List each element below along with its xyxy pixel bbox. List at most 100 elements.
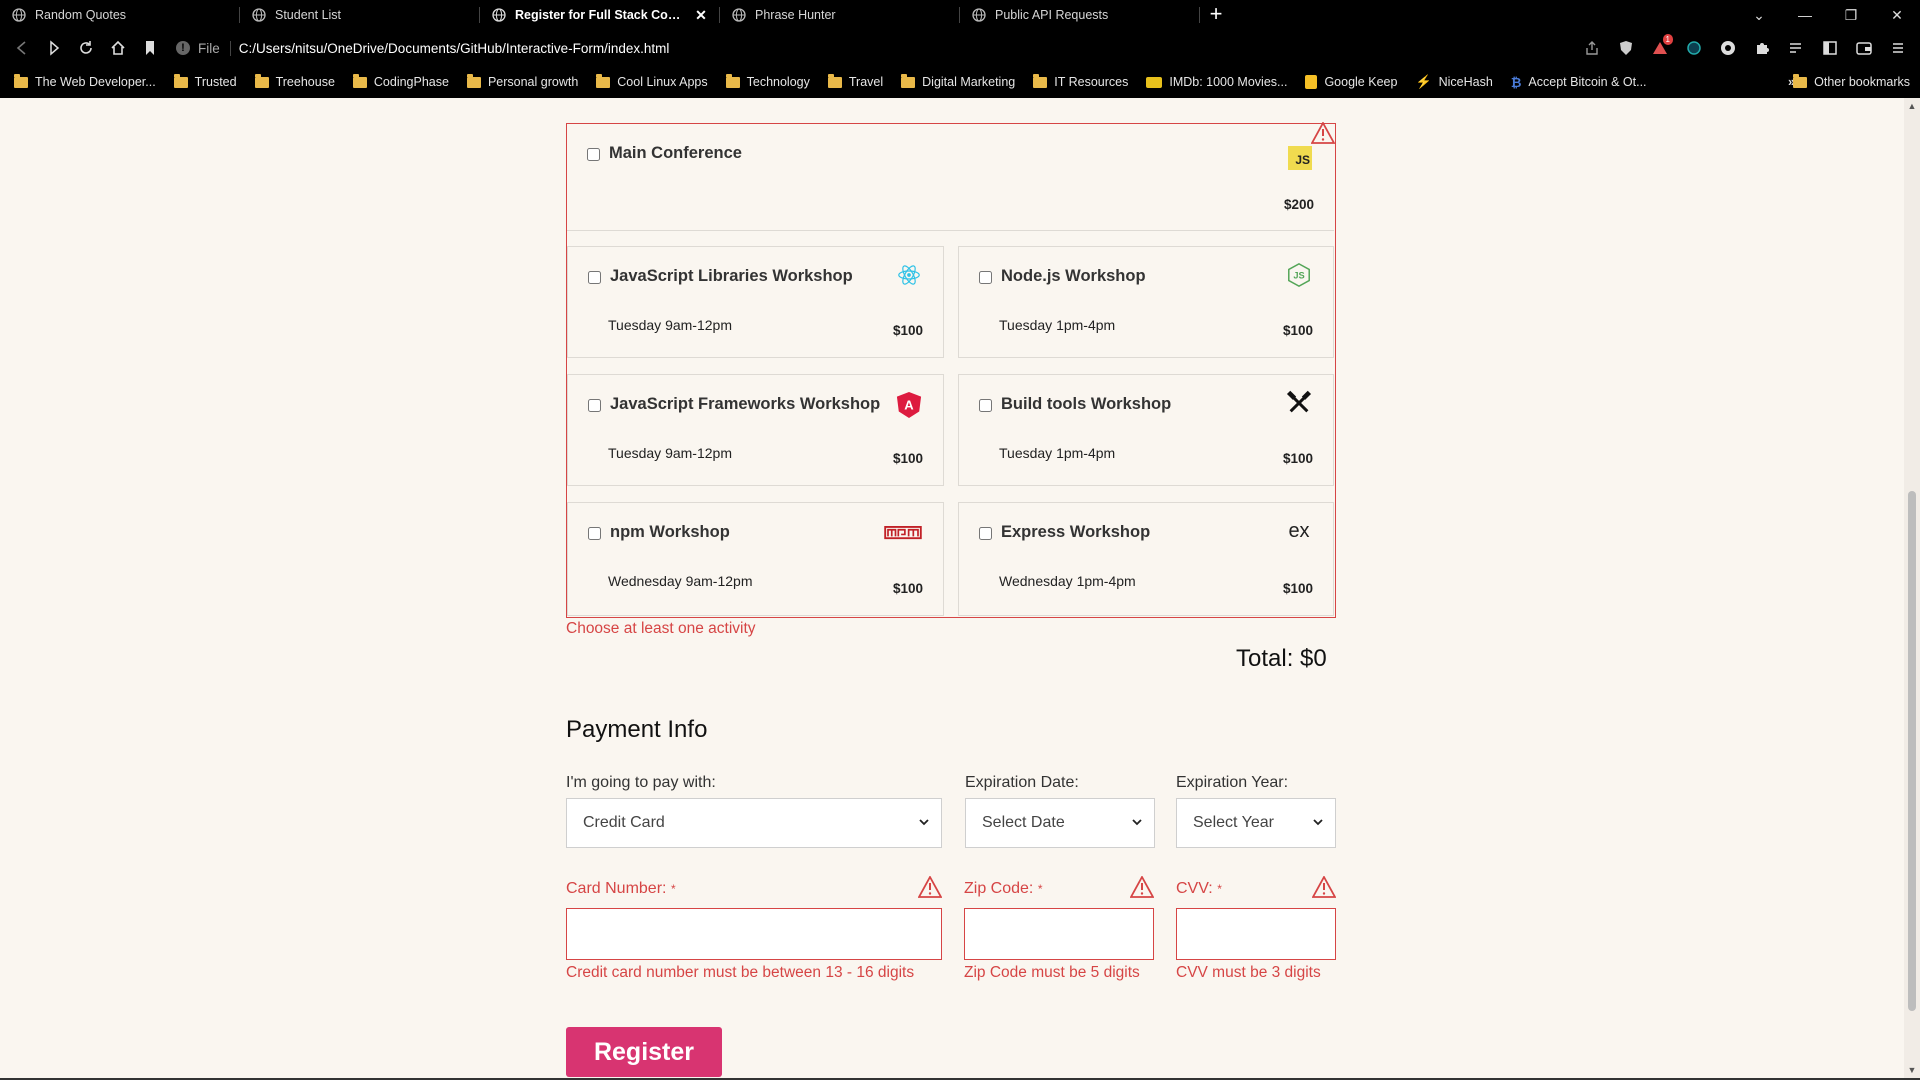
nodejs-checkbox[interactable] (979, 271, 992, 284)
bookmark-imdb[interactable]: IMDb: 1000 Movies... (1146, 75, 1287, 89)
tab-student-list[interactable]: Student List (240, 0, 480, 30)
bookmark-personal-growth[interactable]: Personal growth (466, 73, 579, 89)
activity-main-conference[interactable]: Main Conference JS $200 (567, 124, 1334, 231)
bookmark-web-developer[interactable]: The Web Developer... (14, 73, 156, 89)
folder-icon (827, 73, 842, 88)
chevron-down-icon[interactable]: ⌄ (1736, 0, 1782, 30)
new-tab-button[interactable]: + (1200, 0, 1232, 30)
extension-button[interactable] (1678, 32, 1710, 64)
scroll-thumb[interactable] (1908, 491, 1916, 1011)
brave-shield-button[interactable] (1610, 32, 1642, 64)
wallet-button[interactable] (1848, 32, 1880, 64)
bookmark-cool-linux-apps[interactable]: Cool Linux Apps (596, 73, 708, 89)
nodejs-icon: JS (1285, 261, 1313, 289)
label-text: Zip Code: (964, 880, 1034, 897)
toolbar-right-icons: 1 (1576, 32, 1914, 64)
activity-npm[interactable]: npm Workshop Wednesday 9am-12pm $100 (567, 502, 944, 616)
zip-code-input[interactable] (964, 908, 1154, 960)
url-text[interactable]: C:/Users/nitsu/OneDrive/Documents/GitHub… (239, 41, 670, 56)
activity-time: Wednesday 1pm-4pm (999, 573, 1136, 589)
activity-time: Wednesday 9am-12pm (608, 573, 753, 589)
info-icon[interactable]: ! (176, 41, 190, 55)
close-icon[interactable]: ✕ (694, 7, 708, 24)
address-bar[interactable]: ! File C:/Users/nitsu/OneDrive/Documents… (176, 34, 1556, 62)
page-scrollbar[interactable]: ▲ ▼ (1904, 98, 1920, 1078)
reload-button[interactable] (70, 32, 102, 64)
bookmark-digital-marketing[interactable]: Digital Marketing (901, 73, 1015, 89)
activity-js-frameworks[interactable]: JavaScript Frameworks Workshop A Tuesday… (567, 374, 944, 486)
bookmark-it-resources[interactable]: IT Resources (1033, 73, 1128, 89)
folder-icon (1033, 73, 1048, 88)
arrow-left-icon (16, 41, 26, 55)
share-button[interactable] (1576, 32, 1608, 64)
cvv-input[interactable] (1176, 908, 1336, 960)
js-frameworks-checkbox[interactable] (588, 399, 601, 412)
sidebar-button[interactable] (1814, 32, 1846, 64)
extensions-menu-button[interactable] (1746, 32, 1778, 64)
exp-year-select[interactable]: Select Year (1176, 798, 1336, 848)
payment-section-title: Payment Info (566, 716, 708, 743)
tab-title: Phrase Hunter (755, 8, 836, 22)
bookmark-trusted[interactable]: Trusted (173, 73, 237, 89)
rewards-button[interactable]: 1 (1644, 32, 1676, 64)
bookmark-button[interactable] (134, 32, 166, 64)
selected-value: Select Date (982, 814, 1065, 831)
build-tools-checkbox[interactable] (979, 399, 992, 412)
home-icon (111, 40, 125, 55)
scroll-down-icon[interactable]: ▼ (1904, 1062, 1920, 1078)
js-libraries-checkbox[interactable] (588, 271, 601, 284)
register-button[interactable]: Register (566, 1027, 722, 1077)
chevron-down-icon (919, 819, 929, 826)
scroll-up-icon[interactable]: ▲ (1904, 98, 1920, 114)
extension-button-2[interactable] (1712, 32, 1744, 64)
activity-js-libraries[interactable]: JavaScript Libraries Workshop Tuesday 9a… (567, 246, 944, 358)
exp-date-select[interactable]: Select Date (965, 798, 1155, 848)
bookmark-other[interactable]: Other bookmarks (1793, 73, 1910, 89)
activity-price: $100 (1282, 451, 1313, 466)
restore-icon[interactable]: ❐ (1828, 0, 1874, 30)
folder-icon (901, 73, 916, 88)
tab-title: Random Quotes (35, 8, 127, 22)
bookmark-accept-bitcoin[interactable]: ₿ Accept Bitcoin & Ot... (1511, 75, 1647, 90)
bookmark-google-keep[interactable]: Google Keep (1305, 75, 1397, 89)
activity-express[interactable]: Express Workshop ex Wednesday 1pm-4pm $1… (958, 502, 1334, 616)
forward-button[interactable] (38, 32, 70, 64)
card-number-input[interactable] (566, 908, 942, 960)
bookmark-label: The Web Developer... (35, 75, 156, 89)
tab-public-api-requests[interactable]: Public API Requests (960, 0, 1200, 30)
express-checkbox[interactable] (979, 527, 992, 540)
keep-icon (1305, 75, 1318, 89)
bookmark-treehouse[interactable]: Treehouse (254, 73, 335, 89)
bookmark-label: Personal growth (487, 75, 579, 89)
warning-icon (1130, 876, 1154, 898)
main-conference-checkbox[interactable] (587, 148, 600, 161)
playlist-button[interactable] (1780, 32, 1812, 64)
tab-random-quotes[interactable]: Random Quotes (0, 0, 240, 30)
globe-icon (972, 8, 986, 22)
activity-price: $100 (1282, 581, 1313, 596)
react-icon (895, 261, 923, 289)
back-button[interactable] (6, 32, 38, 64)
bookmark-icon (146, 41, 154, 55)
payment-method-select[interactable]: Credit Card (566, 798, 942, 848)
close-window-icon[interactable]: ✕ (1874, 0, 1920, 30)
tab-phrase-hunter[interactable]: Phrase Hunter (720, 0, 960, 30)
npm-checkbox[interactable] (588, 527, 601, 540)
bookmark-codingphase[interactable]: CodingPhase (352, 73, 449, 89)
minimize-icon[interactable]: — (1782, 0, 1828, 30)
bookmark-technology[interactable]: Technology (725, 73, 810, 89)
globe-icon (252, 8, 266, 22)
bookmark-label: Technology (746, 75, 810, 89)
activity-build-tools[interactable]: Build tools Workshop Tuesday 1pm-4pm $10… (958, 374, 1334, 486)
home-button[interactable] (102, 32, 134, 64)
bookmark-travel[interactable]: Travel (827, 73, 884, 89)
bookmark-label: NiceHash (1438, 75, 1493, 89)
folder-icon (14, 73, 28, 88)
bookmark-nicehash[interactable]: ⚡ NiceHash (1415, 74, 1492, 90)
folder-icon (1793, 73, 1808, 88)
menu-button[interactable] (1882, 32, 1914, 64)
folder-icon (352, 73, 367, 88)
bookmark-label: Travel (848, 75, 884, 89)
tab-register-conference[interactable]: Register for Full Stack Conference ✕ (480, 0, 720, 30)
activity-nodejs[interactable]: Node.js Workshop JS Tuesday 1pm-4pm $100 (958, 246, 1334, 358)
